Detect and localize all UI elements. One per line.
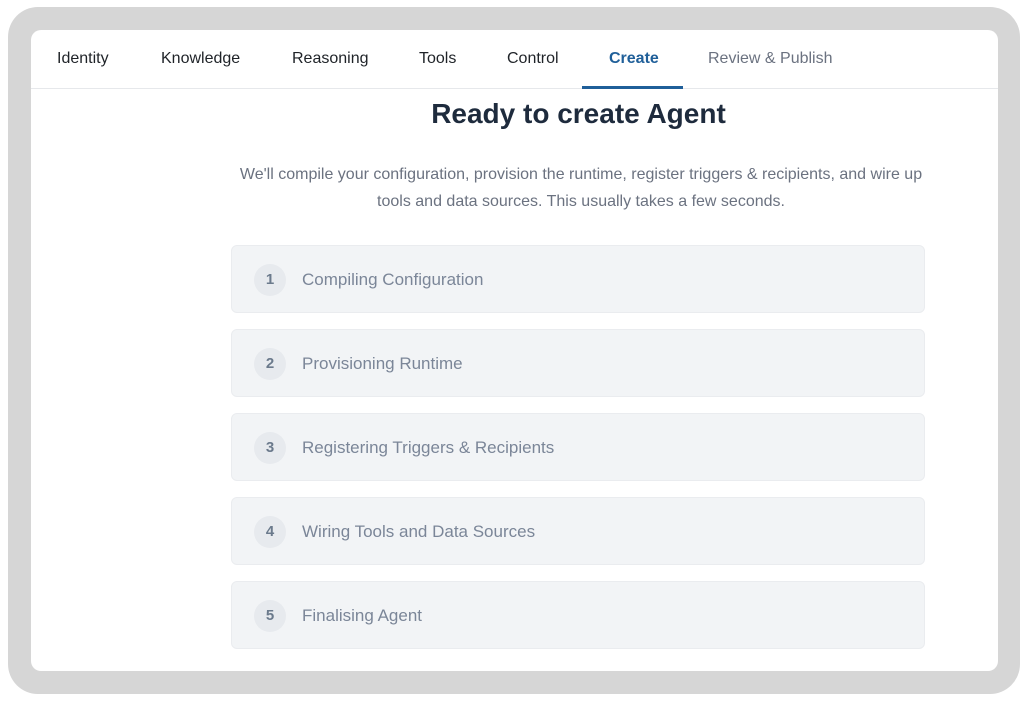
tab-create[interactable]: Create bbox=[582, 30, 683, 89]
tab-knowledge[interactable]: Knowledge bbox=[161, 30, 240, 88]
step-finalising-agent: 5 Finalising Agent bbox=[231, 581, 925, 649]
step-registering-triggers: 3 Registering Triggers & Recipients bbox=[231, 413, 925, 481]
tab-tools[interactable]: Tools bbox=[419, 30, 456, 88]
step-wiring-tools: 4 Wiring Tools and Data Sources bbox=[231, 497, 925, 565]
tab-control[interactable]: Control bbox=[507, 30, 559, 88]
step-label: Wiring Tools and Data Sources bbox=[302, 522, 536, 541]
step-number-badge: 5 bbox=[254, 600, 286, 632]
step-number-badge: 1 bbox=[254, 264, 286, 296]
wizard-panel: Identity Knowledge Reasoning Tools Contr… bbox=[31, 30, 998, 671]
page-description: We'll compile your configuration, provis… bbox=[239, 166, 923, 210]
step-label: Finalising Agent bbox=[302, 606, 423, 625]
step-number-badge: 4 bbox=[254, 516, 286, 548]
device-frame: Identity Knowledge Reasoning Tools Contr… bbox=[8, 7, 1020, 694]
tab-reasoning[interactable]: Reasoning bbox=[292, 30, 369, 88]
step-compiling-configuration: 1 Compiling Configuration bbox=[231, 245, 925, 313]
page-title: Ready to create Agent bbox=[431, 98, 726, 129]
step-provisioning-runtime: 2 Provisioning Runtime bbox=[231, 329, 925, 397]
tab-review-publish[interactable]: Review & Publish bbox=[708, 30, 833, 88]
wizard-tabs: Identity Knowledge Reasoning Tools Contr… bbox=[31, 30, 998, 89]
step-number-badge: 2 bbox=[254, 348, 286, 380]
step-label: Provisioning Runtime bbox=[302, 354, 463, 373]
step-label: Registering Triggers & Recipients bbox=[302, 438, 555, 457]
step-number-badge: 3 bbox=[254, 432, 286, 464]
tab-identity[interactable]: Identity bbox=[57, 30, 109, 88]
step-label: Compiling Configuration bbox=[302, 270, 484, 289]
